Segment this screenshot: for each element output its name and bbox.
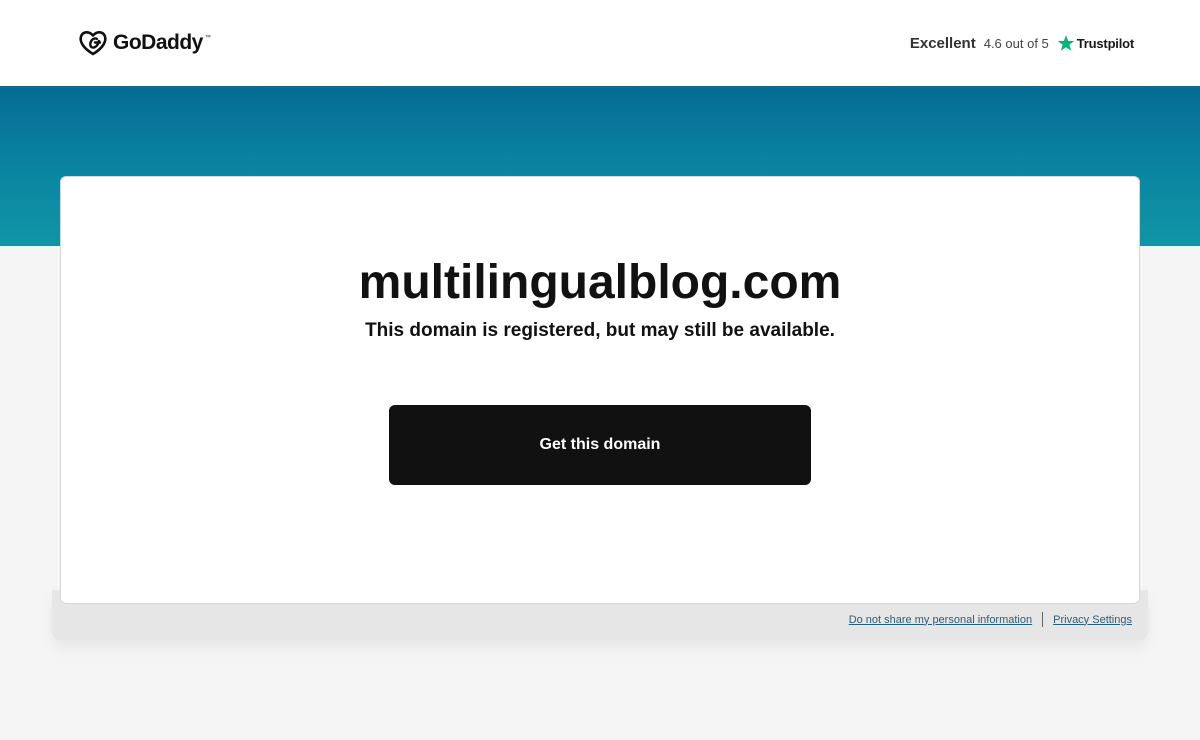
- logo-wordmark: GoDaddy: [113, 31, 203, 54]
- site-header: GoDaddy ™ Excellent 4.6 out of 5 Trustpi…: [0, 0, 1200, 86]
- logo-trademark: ™: [204, 35, 211, 41]
- rating-score: 4.6 out of 5: [983, 35, 1049, 51]
- trustpilot-star-icon: [1057, 35, 1075, 51]
- trustpilot-wordmark: Trustpilot: [1076, 35, 1134, 51]
- domain-name: multilingualblog.com: [358, 256, 842, 309]
- footer-links: Do not share my personal information Pri…: [849, 612, 1132, 627]
- domain-status-text: This domain is registered, but may still…: [365, 320, 835, 341]
- get-domain-button[interactable]: Get this domain: [389, 405, 811, 485]
- footer-divider: [1042, 612, 1044, 627]
- godaddy-logo[interactable]: GoDaddy ™: [78, 29, 211, 57]
- domain-card: multilingualblog.com This domain is regi…: [60, 176, 1140, 604]
- trustpilot-logo: Trustpilot: [1057, 34, 1134, 52]
- do-not-share-link[interactable]: Do not share my personal information: [849, 614, 1032, 626]
- rating-label: Excellent: [909, 34, 976, 52]
- trustpilot-rating[interactable]: Excellent 4.6 out of 5 Trustpilot: [910, 34, 1134, 52]
- privacy-settings-link[interactable]: Privacy Settings: [1053, 614, 1132, 626]
- godaddy-heart-icon: [79, 31, 107, 56]
